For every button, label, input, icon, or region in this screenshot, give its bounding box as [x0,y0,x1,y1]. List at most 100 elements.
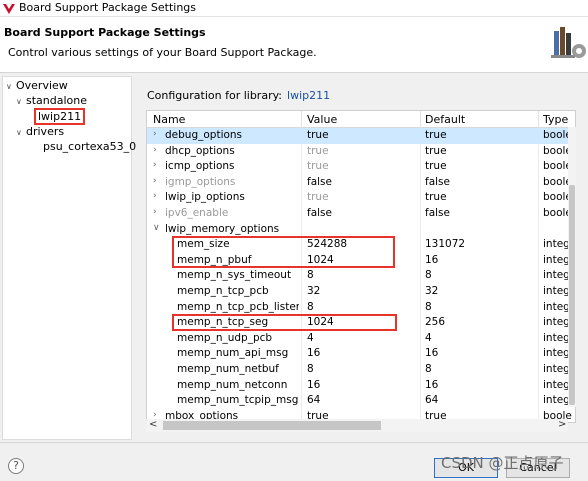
table-row[interactable]: › icmp_options true true boole [147,159,575,175]
table-row[interactable]: memp_num_netconn 16 16 integ [147,378,575,394]
highlight-box-mem-pbuf [172,236,395,268]
cell-default: 64 [425,394,439,407]
horizontal-scrollbar[interactable]: < > [146,419,568,432]
config-label-text: Configuration for library: [147,89,283,102]
expand-arrow-icon[interactable]: › [153,145,157,155]
cell-default: 8 [425,269,432,282]
horizontal-scroll-thumb[interactable] [163,421,381,430]
table-header: Name Value Default Type [147,111,575,128]
collapse-arrow-icon[interactable]: ∨ [16,97,26,106]
table-row[interactable]: memp_n_tcp_pcb 32 32 integ [147,284,575,300]
cell-name: memp_n_sys_timeout [177,269,292,282]
tree-item-drivers[interactable]: ∨ drivers [16,125,64,138]
tree-label: drivers [26,125,65,138]
cell-default: 131072 [425,238,466,251]
cell-name: debug_options [165,129,243,141]
table-row[interactable]: memp_n_sys_timeout 8 8 integ [147,268,575,284]
column-header-value[interactable]: Value [307,113,337,126]
cell-value[interactable]: true [307,129,417,141]
dialog-header: Board Support Package Settings Control v… [0,17,588,73]
help-icon[interactable]: ? [8,458,24,474]
tree-label: Overview [16,79,68,92]
watermark: CSDN @正点原子 [441,454,564,472]
cell-default: 16 [425,253,439,266]
footer-divider [0,442,588,443]
table-row[interactable]: › dhcp_options true true boole [147,144,575,160]
cell-name: dhcp_options [165,144,235,157]
cell-value[interactable]: false [307,207,417,219]
cell-value[interactable]: 4 [307,332,417,344]
column-header-name[interactable]: Name [153,113,185,126]
tree-label: standalone [26,94,88,107]
cell-default: 256 [425,316,446,329]
tree-item-standalone[interactable]: ∨ standalone [16,94,87,107]
collapse-arrow-icon[interactable]: ∨ [16,128,26,137]
app-logo-icon [3,4,15,14]
cell-name: memp_n_tcp_pcb [177,285,269,297]
settings-tree: ∨ Overview ∨ standalone lwip211 ∨ drivers p… [2,76,136,440]
vertical-scrollbar[interactable] [568,127,576,407]
cell-value[interactable]: 32 [307,285,417,297]
cell-value[interactable]: 8 [307,363,417,375]
cell-default: false [425,175,450,188]
cell-default: 16 [425,347,439,360]
column-header-default[interactable]: Default [425,113,465,126]
tree-item-lwip211[interactable]: lwip211 [34,108,86,125]
table-row[interactable]: memp_n_udp_pcb 4 4 integ [147,331,575,347]
cell-default: 16 [425,378,439,391]
table-row[interactable]: ∨ lwip_memory_options [147,222,575,238]
cell-value[interactable]: true [307,191,417,203]
tree-item-overview[interactable]: ∨ Overview [6,79,68,92]
cell-default: true [425,160,447,173]
table-row[interactable]: › ipv6_enable false false boole [147,206,575,222]
cell-value[interactable]: false [307,176,417,188]
expand-arrow-icon[interactable]: › [153,176,157,186]
cell-default: 4 [425,331,432,344]
collapse-arrow-icon[interactable]: ∨ [6,82,16,91]
tree-label: psu_cortexa53_0 [43,140,137,153]
cell-default: true [425,191,447,204]
scroll-left-icon[interactable]: < [149,419,157,430]
expand-arrow-icon[interactable]: › [153,191,157,201]
tree-item-psu-cortexa53[interactable]: psu_cortexa53_0 [43,140,136,153]
cell-name: ipv6_enable [165,207,229,219]
cell-value[interactable]: 16 [307,347,417,359]
scroll-right-icon[interactable]: > [558,419,566,430]
expand-arrow-icon[interactable]: › [153,129,157,139]
highlight-box-tcp-seg [172,314,397,331]
cell-value[interactable]: true [307,160,417,172]
cell-name: memp_num_tcpip_msg [177,394,299,407]
cell-default: true [425,144,447,157]
cell-default: 32 [425,285,439,297]
cell-name: igmp_options [165,175,236,188]
library-books-icon [551,27,586,58]
config-library-label: Configuration for library: lwip211 [147,89,330,102]
table-row[interactable]: › lwip_ip_options true true boole [147,190,575,206]
cell-value[interactable]: true [307,145,417,157]
collapse-arrow-icon[interactable]: ∨ [153,223,160,233]
table-row[interactable]: memp_num_tcpip_msg 64 64 integ [147,393,575,409]
cell-name: lwip_memory_options [165,222,280,235]
table-row[interactable]: › debug_options true true boole [147,128,575,144]
cell-value[interactable]: 16 [307,379,417,391]
tree-label: lwip211 [38,110,82,123]
vertical-scroll-thumb[interactable] [569,185,575,405]
cell-name: memp_n_udp_pcb [177,331,273,344]
title-bar: Board Support Package Settings [0,0,588,17]
cell-value[interactable]: 8 [307,269,417,281]
cell-default: 8 [425,363,432,375]
cell-name: memp_n_tcp_pcb_listen [177,300,299,313]
cell-name: memp_num_netbuf [177,363,279,375]
column-header-type[interactable]: Type [543,113,568,126]
table-row[interactable]: memp_num_api_msg 16 16 integ [147,346,575,362]
table-row[interactable]: › igmp_options false false boole [147,175,575,191]
cell-value[interactable]: 8 [307,301,417,313]
table-row[interactable]: memp_n_tcp_pcb_listen 8 8 integ [147,300,575,316]
cell-value[interactable]: 64 [307,394,417,406]
expand-arrow-icon[interactable]: › [153,207,157,217]
cell-default: true [425,129,447,141]
expand-arrow-icon[interactable]: › [153,160,157,170]
table-row[interactable]: memp_num_netbuf 8 8 integ [147,362,575,378]
dialog-title: Board Support Package Settings [4,26,206,39]
dialog-description: Control various settings of your Board S… [8,46,317,59]
